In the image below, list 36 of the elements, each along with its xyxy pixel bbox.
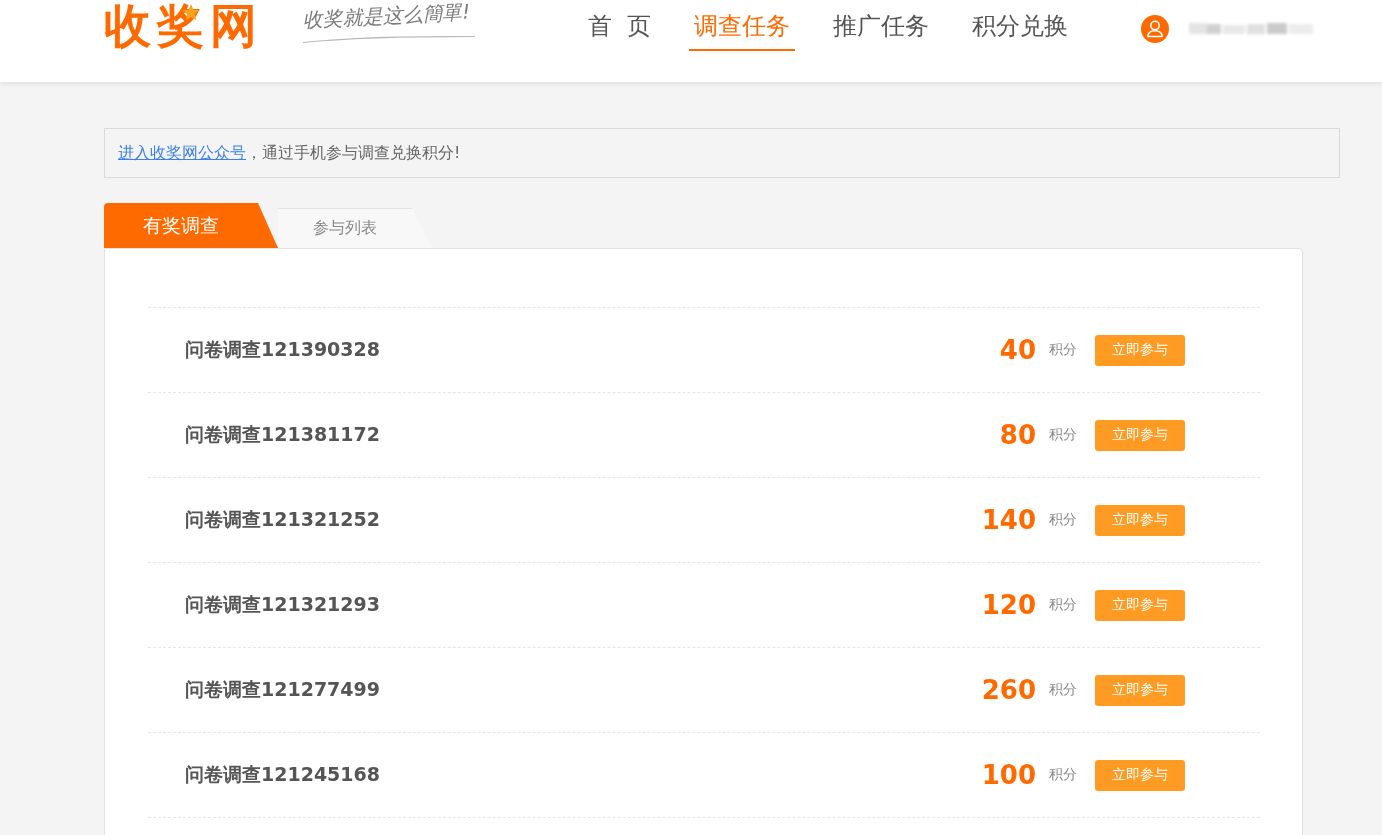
points-unit: 积分 bbox=[1049, 681, 1077, 699]
points-value: 40 bbox=[999, 335, 1036, 365]
survey-title: 问卷调查121245168 bbox=[185, 762, 380, 787]
points-unit: 积分 bbox=[1049, 596, 1077, 614]
swoosh-icon bbox=[303, 35, 475, 43]
join-button[interactable]: 立即参与 bbox=[1095, 334, 1185, 366]
survey-title: 问卷调查121390328 bbox=[185, 337, 380, 362]
nav-link[interactable]: 积分兑换 bbox=[967, 12, 1074, 51]
points-value: 260 bbox=[981, 675, 1036, 705]
join-button[interactable]: 立即参与 bbox=[1095, 419, 1185, 451]
join-button[interactable]: 立即参与 bbox=[1095, 759, 1185, 791]
points-value: 100 bbox=[981, 760, 1036, 790]
nav-link[interactable]: 推广任务 bbox=[828, 12, 935, 51]
join-button[interactable]: 立即参与 bbox=[1095, 504, 1185, 536]
star-icon bbox=[182, 4, 200, 21]
nav-link[interactable]: 首 页 bbox=[583, 12, 657, 51]
points-value: 80 bbox=[999, 420, 1036, 450]
points-unit: 积分 bbox=[1049, 341, 1077, 359]
tab[interactable]: 参与列表 bbox=[278, 208, 432, 248]
survey-title: 问卷调查121321252 bbox=[185, 507, 380, 532]
slogan-text: 收奖就是这么簡單! bbox=[301, 0, 471, 33]
join-button[interactable]: 立即参与 bbox=[1095, 674, 1185, 706]
points-unit: 积分 bbox=[1049, 766, 1077, 784]
tab[interactable]: 有奖调查 bbox=[104, 203, 278, 248]
points-value: 120 bbox=[981, 590, 1036, 620]
user-avatar-icon[interactable] bbox=[1141, 15, 1170, 43]
points-value: 140 bbox=[981, 505, 1036, 535]
nav-link[interactable]: 调查任务 bbox=[689, 12, 796, 51]
survey-title: 问卷调查121321293 bbox=[185, 592, 380, 617]
survey-title: 问卷调查121381172 bbox=[185, 422, 380, 447]
notice-link[interactable]: 进入收奖网公众号 bbox=[118, 142, 246, 162]
points-unit: 积分 bbox=[1049, 511, 1077, 529]
points-unit: 积分 bbox=[1049, 426, 1077, 444]
join-button[interactable]: 立即参与 bbox=[1095, 589, 1185, 621]
survey-title: 问卷调查121277499 bbox=[185, 677, 380, 702]
notice-text: 进入收奖网公众号，通过手机参与调查兑换积分! bbox=[118, 142, 461, 164]
